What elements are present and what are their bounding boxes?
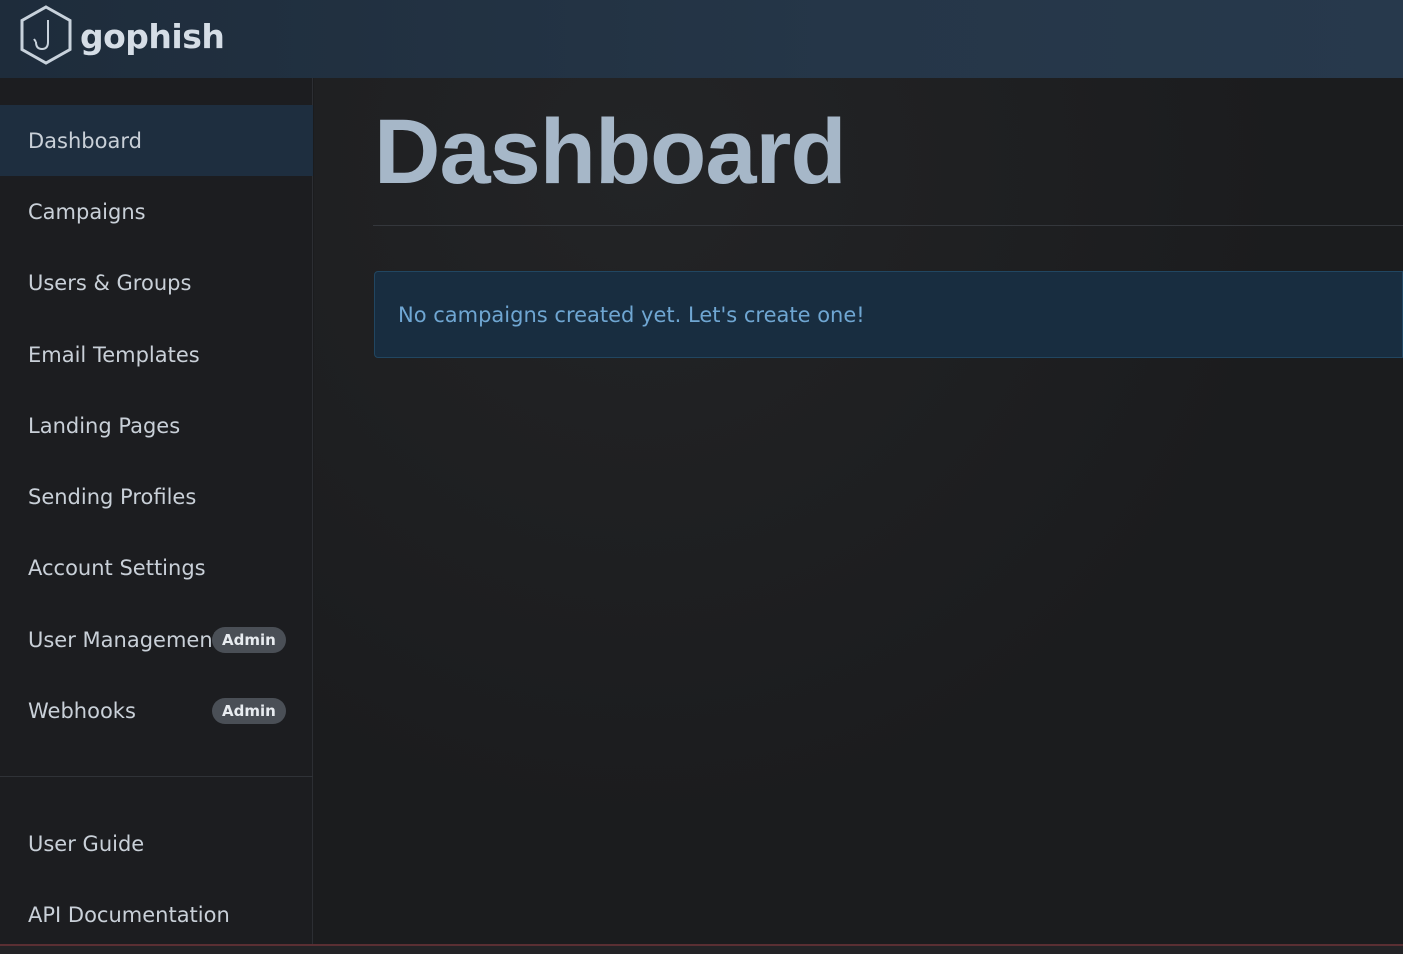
sidebar-item-label: User Guide xyxy=(28,831,145,856)
alert-message: No campaigns created yet. Let's create o… xyxy=(398,302,865,327)
sidebar-item-users-groups[interactable]: Users & Groups xyxy=(0,248,313,319)
sidebar-item-api-documentation[interactable]: API Documentation xyxy=(0,879,313,950)
sidebar-item-label: Landing Pages xyxy=(28,413,181,438)
brand-name: gophish xyxy=(80,16,225,56)
sidebar-item-label: Users & Groups xyxy=(28,271,192,296)
sidebar-item-label: API Documentation xyxy=(28,902,230,927)
brand-link[interactable]: gophish xyxy=(18,3,225,67)
sidebar-nav: Dashboard Campaigns Users & Groups Email… xyxy=(0,105,313,747)
sidebar-divider xyxy=(0,776,313,777)
sidebar-item-sending-profiles[interactable]: Sending Profiles xyxy=(0,461,313,532)
sidebar-item-label: Sending Profiles xyxy=(28,485,197,510)
sidebar-item-label: Webhooks xyxy=(28,699,136,724)
admin-badge: Admin xyxy=(212,626,286,653)
page-title: Dashboard xyxy=(374,101,847,203)
sidebar-footer-nav: User Guide API Documentation xyxy=(0,808,313,951)
sidebar-item-label: Email Templates xyxy=(28,342,200,367)
empty-campaigns-alert: No campaigns created yet. Let's create o… xyxy=(374,271,1403,358)
sidebar-item-label: Dashboard xyxy=(28,128,142,153)
sidebar-item-account-settings[interactable]: Account Settings xyxy=(0,533,313,604)
sidebar-item-email-templates[interactable]: Email Templates xyxy=(0,319,313,390)
sidebar-item-label: Account Settings xyxy=(28,556,206,581)
top-navbar: gophish xyxy=(0,0,1403,78)
sidebar-item-dashboard[interactable]: Dashboard xyxy=(0,105,313,177)
bottom-strip xyxy=(0,946,1403,954)
sidebar-item-landing-pages[interactable]: Landing Pages xyxy=(0,390,313,461)
sidebar-item-webhooks[interactable]: Webhooks Admin xyxy=(0,675,313,746)
sidebar-item-label: Campaigns xyxy=(28,199,146,224)
sidebar-item-user-management[interactable]: User Management Admin xyxy=(0,604,313,675)
sidebar-item-user-guide[interactable]: User Guide xyxy=(0,808,313,879)
admin-badge: Admin xyxy=(212,698,286,725)
title-divider xyxy=(373,225,1403,226)
sidebar: Dashboard Campaigns Users & Groups Email… xyxy=(0,78,313,945)
sidebar-item-label: User Management xyxy=(28,627,221,652)
hexagon-hook-icon xyxy=(18,4,74,66)
main-content: Dashboard No campaigns created yet. Let'… xyxy=(314,78,1403,945)
sidebar-item-campaigns[interactable]: Campaigns xyxy=(0,176,313,247)
